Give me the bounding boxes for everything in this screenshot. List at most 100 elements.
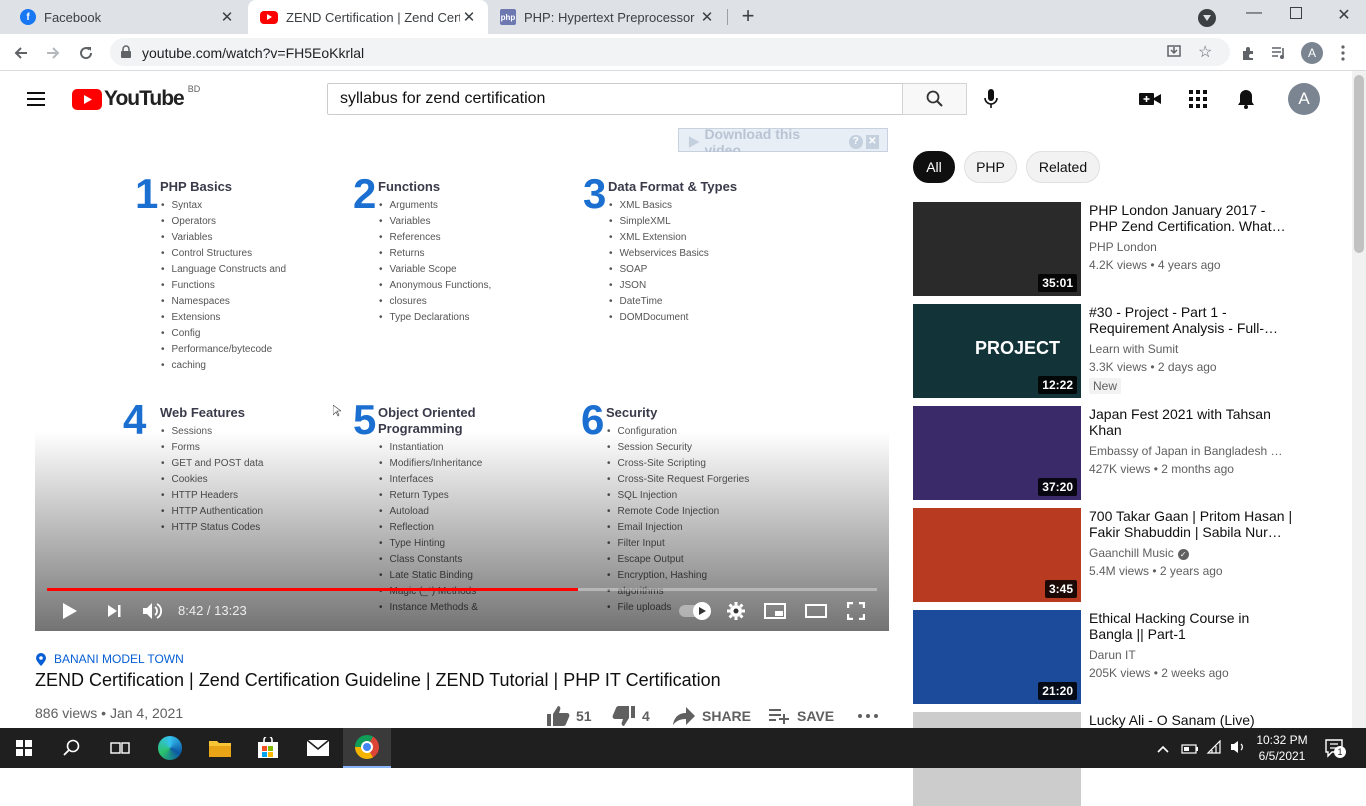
close-window-icon[interactable]: ✕: [1335, 5, 1353, 25]
like-button[interactable]: 51: [546, 705, 592, 727]
video-title[interactable]: 700 Takar Gaan | Pritom Hasan | Fakir Sh…: [1089, 508, 1295, 540]
slide-topic-item: SimpleXML: [609, 214, 709, 230]
video-player[interactable]: 1PHP BasicsSyntaxOperatorsVariablesContr…: [35, 152, 889, 631]
autoplay-toggle[interactable]: [677, 599, 711, 623]
restore-icon[interactable]: [1290, 7, 1302, 19]
video-thumbnail[interactable]: 21:20: [913, 610, 1081, 704]
play-button[interactable]: [59, 599, 81, 623]
video-thumbnail[interactable]: 3:45: [913, 508, 1081, 602]
channel-name[interactable]: Learn with Sumit: [1089, 342, 1295, 356]
page-scrollbar[interactable]: [1352, 71, 1366, 728]
close-bar-icon[interactable]: ✕: [865, 134, 879, 149]
notifications-bell-icon[interactable]: [1234, 87, 1258, 111]
slide-section-title: Data Format & Types: [608, 179, 738, 194]
volume-button[interactable]: [141, 599, 163, 623]
slide-topic-item: References: [379, 230, 491, 246]
video-title[interactable]: Lucky Ali - O Sanam (Live): [1089, 712, 1295, 728]
forward-icon[interactable]: [40, 40, 66, 66]
apps-grid-icon[interactable]: [1186, 87, 1210, 111]
recommended-video[interactable]: 35:01 PHP London January 2017 - PHP Zend …: [913, 202, 1343, 296]
notification-center-icon[interactable]: 1: [1324, 738, 1346, 763]
settings-button[interactable]: [725, 599, 747, 623]
extensions-icon[interactable]: [1235, 40, 1261, 66]
youtube-logo[interactable]: YouTube BD: [72, 84, 200, 111]
mail-icon[interactable]: [294, 728, 342, 768]
chip-related[interactable]: Related: [1026, 151, 1100, 183]
video-thumbnail[interactable]: PROJECT 12:22: [913, 304, 1081, 398]
tab-php[interactable]: php PHP: Hypertext Preprocessor ✕: [488, 0, 726, 34]
close-tab-icon[interactable]: ✕: [460, 8, 478, 26]
install-icon[interactable]: [1166, 43, 1182, 64]
fullscreen-button[interactable]: [845, 599, 867, 623]
slide-topic-item: SOAP: [609, 262, 709, 278]
address-bar[interactable]: youtube.com/watch?v=FH5EoKkrlal ☆: [110, 38, 1230, 66]
scrollbar-thumb[interactable]: [1354, 75, 1364, 253]
search-button[interactable]: [902, 83, 967, 115]
recommended-video[interactable]: 3:45 700 Takar Gaan | Pritom Hasan | Faki…: [913, 508, 1343, 602]
voice-search-icon[interactable]: [979, 87, 1003, 111]
bookmark-star-icon[interactable]: ☆: [1198, 42, 1212, 62]
create-video-icon[interactable]: [1138, 87, 1162, 111]
autoplay-knob: [693, 602, 711, 620]
wifi-icon[interactable]: [1206, 739, 1222, 759]
profile-avatar[interactable]: A: [1299, 40, 1325, 66]
close-tab-icon[interactable]: ✕: [218, 8, 236, 26]
chrome-taskbar-icon[interactable]: [343, 728, 391, 768]
close-tab-icon[interactable]: ✕: [698, 8, 716, 26]
tab-facebook[interactable]: f Facebook ✕: [8, 0, 246, 34]
chip-php[interactable]: PHP: [964, 151, 1017, 183]
media-control-icon[interactable]: [1266, 40, 1292, 66]
video-thumbnail[interactable]: 37:20: [913, 406, 1081, 500]
php-icon: php: [500, 9, 516, 25]
video-title[interactable]: PHP London January 2017 - PHP Zend Certi…: [1089, 202, 1295, 234]
channel-name[interactable]: Gaanchill Music ✓: [1089, 546, 1295, 560]
recommended-video[interactable]: PROJECT 12:22 #30 - Project - Part 1 - Req…: [913, 304, 1343, 398]
search-input[interactable]: syllabus for zend certification: [327, 83, 903, 115]
recommended-video[interactable]: 37:20 Japan Fest 2021 with Tahsan Khan Emb…: [913, 406, 1343, 500]
video-title[interactable]: Ethical Hacking Course in Bangla || Part…: [1089, 610, 1295, 642]
video-location[interactable]: BANANI MODEL TOWN: [36, 652, 184, 666]
save-button[interactable]: SAVE: [768, 705, 834, 727]
tab-youtube[interactable]: ZEND Certification | Zend Certific ✕: [248, 0, 488, 34]
hamburger-menu-icon[interactable]: [24, 87, 48, 111]
tab-search-icon[interactable]: [1198, 9, 1216, 27]
system-clock[interactable]: 10:32 PM 6/5/2021: [1250, 732, 1314, 764]
share-button[interactable]: SHARE: [672, 705, 751, 727]
battery-icon[interactable]: [1181, 741, 1199, 759]
reload-icon[interactable]: [73, 40, 99, 66]
volume-tray-icon[interactable]: [1230, 739, 1246, 760]
theater-mode-button[interactable]: [804, 599, 828, 623]
video-title[interactable]: Japan Fest 2021 with Tahsan Khan: [1089, 406, 1295, 438]
chip-all[interactable]: All: [913, 151, 955, 183]
progress-bar[interactable]: [47, 588, 877, 591]
show-hidden-icons-icon[interactable]: [1157, 740, 1169, 756]
new-tab-icon[interactable]: +: [737, 5, 759, 28]
slide-topic-item: closures: [379, 294, 491, 310]
video-thumbnail[interactable]: 35:01: [913, 202, 1081, 296]
task-view-icon[interactable]: [96, 728, 144, 768]
next-button[interactable]: [103, 599, 125, 623]
dislike-button[interactable]: 4: [612, 705, 650, 727]
store-icon[interactable]: [244, 728, 292, 768]
video-duration: 37:20: [1038, 478, 1077, 496]
channel-name[interactable]: PHP London: [1089, 240, 1295, 254]
recommended-video[interactable]: 21:20 Ethical Hacking Course in Bangla ||…: [913, 610, 1343, 704]
minimize-icon[interactable]: —: [1244, 4, 1264, 22]
download-video-bar[interactable]: Download this video ? ✕: [678, 126, 888, 158]
account-avatar[interactable]: A: [1288, 83, 1320, 115]
back-icon[interactable]: [8, 40, 34, 66]
more-actions-button[interactable]: [858, 705, 878, 727]
file-explorer-icon[interactable]: [196, 728, 244, 768]
channel-name[interactable]: Embassy of Japan in Bangladesh …: [1089, 444, 1295, 458]
video-title[interactable]: #30 - Project - Part 1 - Requirement Ana…: [1089, 304, 1295, 336]
channel-name[interactable]: Darun IT: [1089, 648, 1295, 662]
miniplayer-button[interactable]: [763, 599, 787, 623]
chrome-menu-icon[interactable]: [1330, 40, 1356, 66]
slide-topic-item: Namespaces: [161, 294, 286, 310]
next-icon: [108, 605, 121, 617]
edge-browser-icon[interactable]: [146, 728, 194, 768]
windows-start-icon[interactable]: [0, 728, 48, 768]
like-count: 51: [576, 708, 592, 724]
help-icon[interactable]: ?: [849, 134, 863, 149]
taskbar-search-icon[interactable]: [48, 728, 96, 768]
